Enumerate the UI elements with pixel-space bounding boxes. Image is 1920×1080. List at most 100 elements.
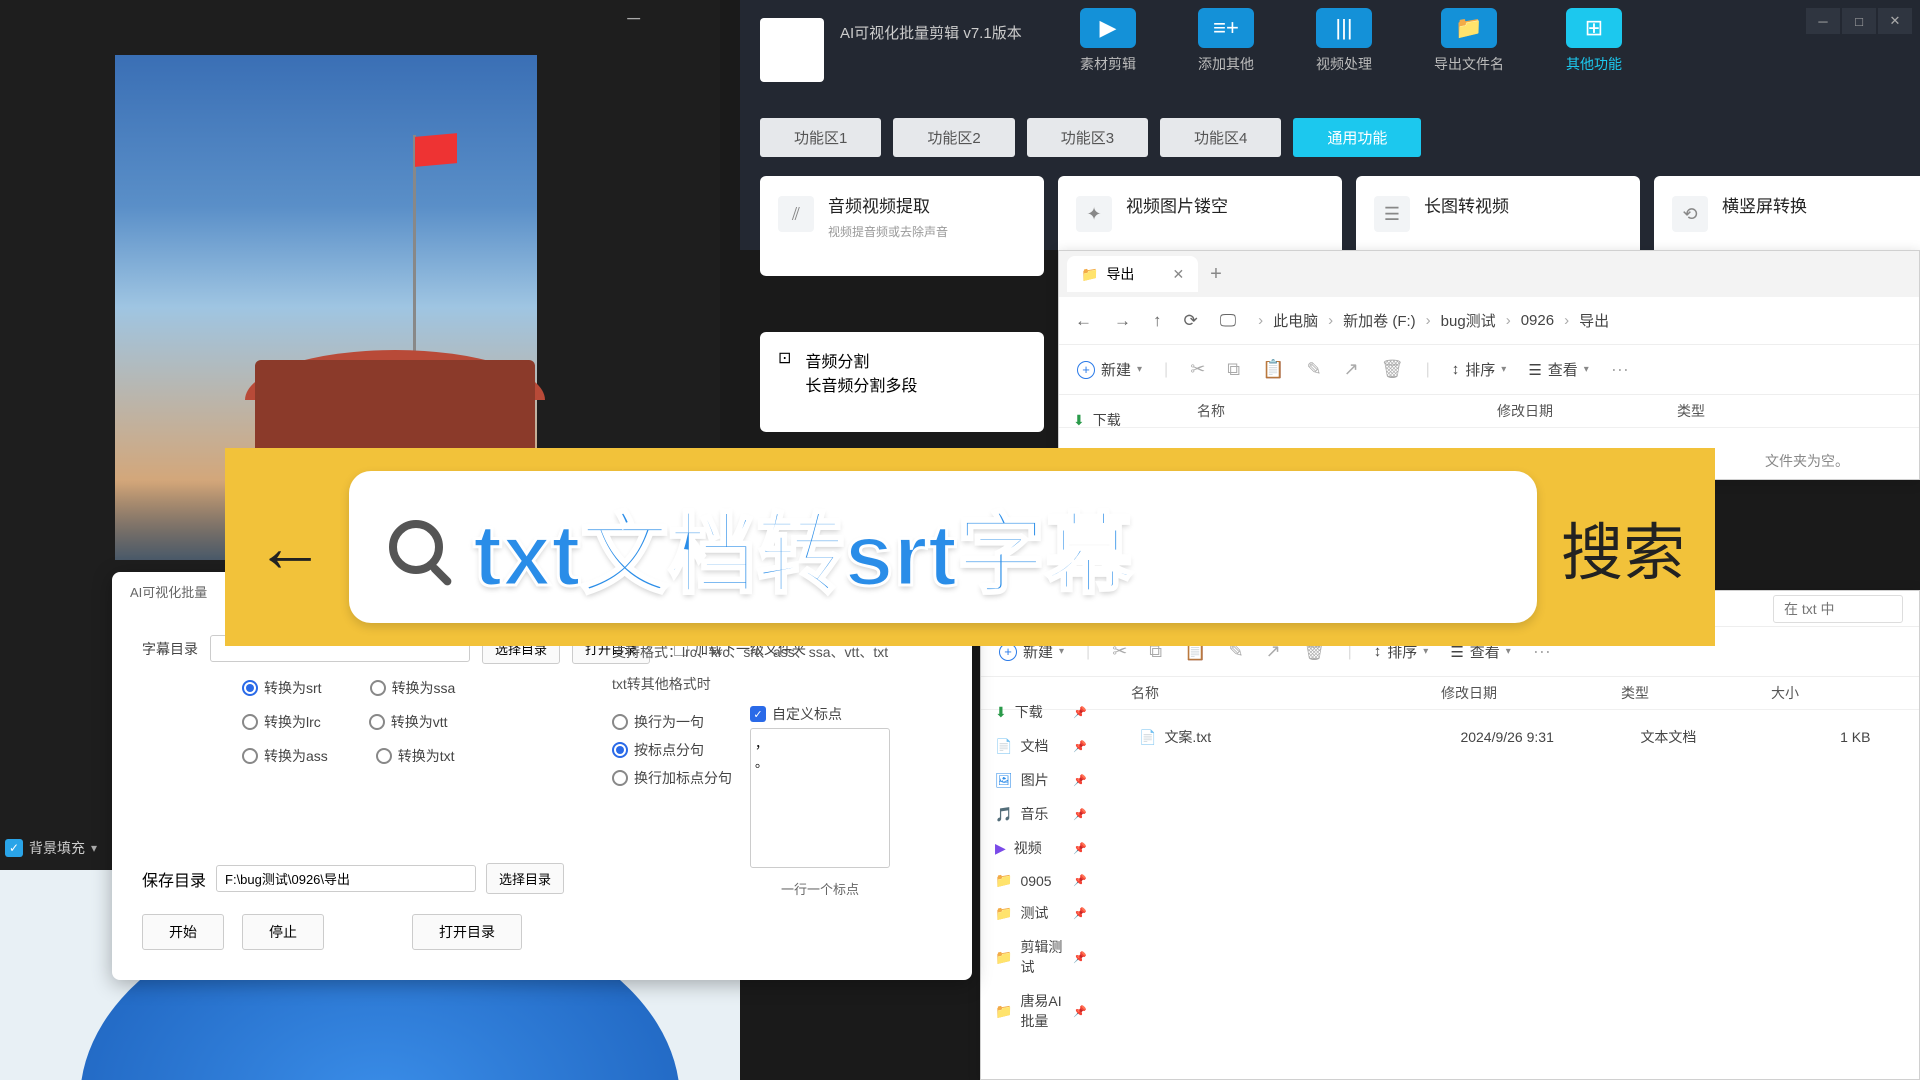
col-size[interactable]: 大小 (1771, 683, 1851, 703)
close-button[interactable]: ✕ (1878, 8, 1912, 34)
tab-name: 导出 (1106, 264, 1134, 284)
subtab-4[interactable]: 功能区4 (1160, 118, 1281, 157)
subtab-2[interactable]: 功能区2 (893, 118, 1014, 157)
share-icon[interactable]: ↗ (1344, 359, 1359, 380)
explorer-tab[interactable]: 📁导出✕ (1067, 256, 1198, 292)
open-savedir-button[interactable]: 打开目录 (412, 914, 522, 950)
close-tab-icon[interactable]: ✕ (1172, 266, 1184, 283)
paste-icon[interactable]: 📋 (1262, 359, 1284, 380)
radio-ssa[interactable]: 转换为ssa (370, 678, 456, 698)
side-item[interactable]: 📁剪辑测试📌 (981, 930, 1101, 984)
crumb[interactable]: bug测试 (1441, 310, 1496, 331)
col-date[interactable]: 修改日期 (1441, 683, 1621, 703)
save-dir-input[interactable] (216, 865, 476, 892)
sort-label: 排序 (1465, 359, 1495, 380)
tool-other[interactable]: ⊞其他功能 (1566, 8, 1622, 74)
max-button[interactable]: □ (1842, 8, 1876, 34)
delete-icon[interactable]: 🗑 (1381, 359, 1404, 380)
side-item[interactable]: ▶视频📌 (981, 831, 1101, 865)
tool-material[interactable]: ▶素材剪辑 (1080, 8, 1136, 74)
start-button[interactable]: 开始 (142, 914, 224, 950)
side-item[interactable]: 🖼图片📌 (981, 763, 1101, 797)
pin-icon: 📌 (1073, 774, 1087, 787)
radio-label: 转换为srt (264, 678, 322, 698)
radio-txt[interactable]: 转换为txt (376, 746, 455, 766)
card-title: 音频分割 (805, 348, 917, 372)
longimg-icon: ☰ (1374, 196, 1410, 232)
tool-label: 素材剪辑 (1080, 54, 1136, 74)
radio-ass[interactable]: 转换为ass (242, 746, 328, 766)
card-extract[interactable]: ⫽音频视频提取视频提音频或去除声音 (760, 176, 1044, 276)
sliders-icon: ||| (1316, 8, 1372, 48)
refresh-icon[interactable]: ⟳ (1184, 311, 1198, 331)
col-name[interactable]: 名称 (1197, 401, 1497, 421)
radio-line[interactable]: 换行为一句 (612, 712, 732, 732)
view-button[interactable]: ☰查看▾ (1528, 359, 1589, 380)
cut-icon[interactable]: ✂ (1190, 359, 1205, 380)
side-item[interactable]: 📄文档📌 (981, 729, 1101, 763)
back-icon[interactable]: ← (1075, 311, 1092, 331)
side-item[interactable]: 📁唐易AI批量📌 (981, 984, 1101, 1038)
add-icon: ≡+ (1198, 8, 1254, 48)
select-savedir-button[interactable]: 选择目录 (486, 863, 564, 894)
hint-label: 一行一个标点 (750, 879, 890, 898)
side-icon: ▶ (995, 840, 1006, 857)
pin-icon: 📌 (1073, 740, 1087, 753)
search-button[interactable]: 搜索 (1561, 502, 1685, 592)
back-arrow-icon[interactable]: ← (255, 507, 325, 587)
crumb[interactable]: 此电脑 (1273, 310, 1318, 331)
side-label: 图片 (1021, 770, 1049, 790)
new-button[interactable]: +新建▾ (1077, 359, 1142, 380)
radio-punct[interactable]: 按标点分句 (612, 740, 732, 760)
custom-punct-check[interactable]: ✓自定义标点 (750, 704, 890, 724)
side-item[interactable]: 🎵音乐📌 (981, 797, 1101, 831)
more-icon[interactable]: ··· (1611, 359, 1629, 380)
subtab-3[interactable]: 功能区3 (1027, 118, 1148, 157)
sort-button[interactable]: ↕排序▾ (1452, 359, 1507, 380)
copy-icon[interactable]: ⧉ (1227, 359, 1240, 380)
card-row-2: ⊡音频分割长音频分割多段 (760, 332, 1044, 432)
forward-icon[interactable]: → (1114, 311, 1131, 331)
empty-message: 文件夹为空。 (1765, 451, 1849, 471)
banner-text: txt文档转srt字幕 (473, 484, 1133, 611)
col-type[interactable]: 类型 (1677, 401, 1817, 421)
radio-vtt[interactable]: 转换为vtt (369, 712, 448, 732)
side-icon: 📄 (995, 738, 1012, 755)
crumb[interactable]: 新加卷 (F:) (1343, 310, 1416, 331)
crumb[interactable]: 0926 (1521, 312, 1554, 329)
radio-label: 转换为ass (264, 746, 328, 766)
tool-export[interactable]: 📁导出文件名 (1434, 8, 1504, 74)
stop-button[interactable]: 停止 (242, 914, 324, 950)
min-button[interactable]: ─ (1806, 8, 1840, 34)
radio-lrc[interactable]: 转换为lrc (242, 712, 321, 732)
monitor-icon[interactable]: 🖵 (1220, 311, 1236, 331)
tool-add[interactable]: ≡+添加其他 (1198, 8, 1254, 74)
breadcrumb[interactable]: ›此电脑 ›新加卷 (F:) ›bug测试 ›0926 ›导出 (1258, 310, 1609, 331)
punct-textarea[interactable]: ， 。 (750, 728, 890, 868)
minimize-icon[interactable]: ─ (627, 8, 640, 29)
col-name[interactable]: 名称 (1131, 683, 1441, 703)
subtab-1[interactable]: 功能区1 (760, 118, 881, 157)
side-item[interactable]: ⬇下载📌 (981, 695, 1101, 729)
card-audiosplit[interactable]: ⊡音频分割长音频分割多段 (760, 332, 1044, 432)
col-type[interactable]: 类型 (1621, 683, 1771, 703)
card-title: 音频视频提取 (828, 192, 948, 217)
up-icon[interactable]: ↑ (1153, 311, 1162, 331)
side-downloads[interactable]: ⬇下载 (1059, 403, 1179, 437)
rename-icon[interactable]: ✎ (1307, 359, 1322, 380)
subtab-generic[interactable]: 通用功能 (1293, 118, 1421, 157)
radio-add[interactable]: 换行加标点分句 (612, 768, 732, 788)
side-item[interactable]: 📁0905📌 (981, 865, 1101, 896)
tool-video[interactable]: |||视频处理 (1316, 8, 1372, 74)
bg-fill-toggle[interactable]: ✓ 背景填充 ▾ (5, 838, 97, 858)
radio-srt[interactable]: 转换为srt (242, 678, 322, 698)
crumb[interactable]: 导出 (1579, 310, 1609, 331)
side-item[interactable]: 📁测试📌 (981, 896, 1101, 930)
radio-label: 转换为ssa (392, 678, 456, 698)
file-row[interactable]: 📄 文案.txt 2024/9/26 9:31 文本文档 1 KB (1131, 721, 1909, 753)
new-tab-button[interactable]: + (1210, 263, 1222, 286)
tool-label: 其他功能 (1566, 54, 1622, 74)
col-date[interactable]: 修改日期 (1497, 401, 1677, 421)
card-desc: 视频提音频或去除声音 (828, 223, 948, 240)
search-input[interactable] (1773, 595, 1903, 623)
